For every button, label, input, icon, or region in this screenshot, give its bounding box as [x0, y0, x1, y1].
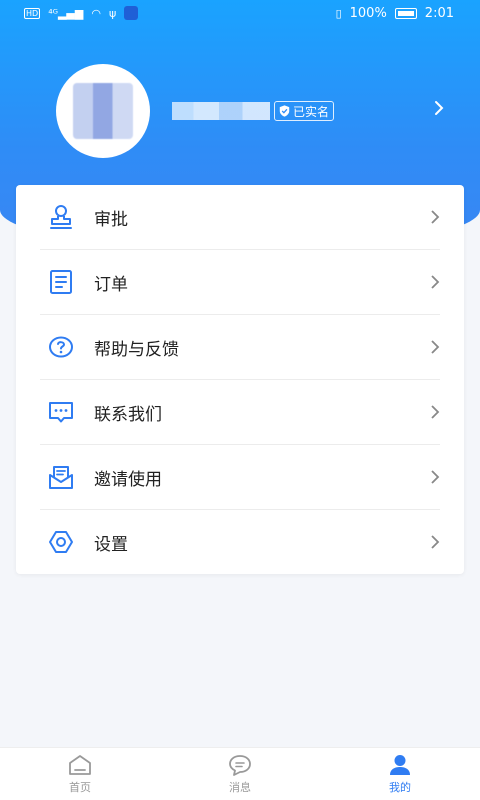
menu-label: 设置 — [94, 534, 128, 555]
vibrate-icon: ▯ — [335, 6, 342, 20]
hd-icon: HD — [24, 7, 41, 19]
tab-messages[interactable]: 消息 — [200, 753, 280, 795]
tab-label: 我的 — [389, 781, 411, 794]
usb-icon: ψ — [108, 6, 117, 20]
gear-icon — [49, 531, 73, 553]
menu-item-approval[interactable]: 审批 — [40, 185, 440, 249]
stamp-icon — [50, 205, 72, 229]
shield-check-icon — [279, 105, 290, 117]
menu-label: 审批 — [94, 209, 128, 230]
battery-icon — [394, 7, 417, 19]
invite-icon — [49, 466, 73, 489]
profile-summary[interactable]: 已实名 — [56, 64, 446, 158]
chevron-right-icon[interactable] — [432, 98, 446, 118]
menu-label: 帮助与反馈 — [94, 339, 179, 360]
status-right: ▯ 100% 2:01 — [336, 6, 454, 21]
menu-item-orders[interactable]: 订单 — [40, 249, 440, 314]
menu-label: 邀请使用 — [94, 469, 162, 490]
tab-mine[interactable]: 我的 — [360, 753, 440, 795]
order-list-icon — [50, 270, 72, 294]
clock: 2:01 — [424, 5, 454, 21]
chat-icon — [229, 755, 251, 776]
bottom-tab-bar: 首页 消息 我的 — [0, 747, 480, 800]
menu-item-invite[interactable]: 邀请使用 — [40, 444, 440, 509]
status-left: HD ⁴ᴳ▂▄▆ ◠ ψ — [24, 6, 139, 20]
chevron-right-icon — [431, 535, 440, 549]
verified-badge: 已实名 — [274, 101, 335, 121]
menu-item-help-feedback[interactable]: 帮助与反馈 — [40, 314, 440, 379]
status-bar: HD ⁴ᴳ▂▄▆ ◠ ψ ▯ 100% 2:01 — [0, 0, 480, 26]
chevron-right-icon — [431, 210, 440, 224]
menu-label: 联系我们 — [94, 404, 162, 425]
tab-label: 消息 — [229, 781, 251, 794]
wifi-icon: ◠ — [91, 6, 101, 20]
message-icon — [49, 402, 73, 423]
app-notification-icon — [124, 6, 139, 20]
chevron-right-icon — [431, 405, 440, 419]
signal-icon: ⁴ᴳ▂▄▆ — [48, 6, 84, 20]
chevron-right-icon — [431, 340, 440, 354]
menu-label: 订单 — [94, 274, 128, 295]
menu-card: 审批 订单 帮助与反馈 联系我们 邀请使用 设置 — [16, 185, 464, 574]
home-icon — [69, 755, 91, 775]
chevron-right-icon — [431, 275, 440, 289]
menu-item-contact-us[interactable]: 联系我们 — [40, 379, 440, 444]
tab-home[interactable]: 首页 — [40, 753, 120, 795]
avatar[interactable] — [56, 64, 150, 158]
battery-percent: 100% — [349, 5, 387, 21]
verified-label: 已实名 — [293, 104, 330, 119]
menu-item-settings[interactable]: 设置 — [40, 509, 440, 574]
tab-label: 首页 — [69, 781, 91, 794]
user-name-redacted — [172, 102, 270, 120]
chevron-right-icon — [431, 470, 440, 484]
person-icon — [390, 755, 410, 775]
avatar-image — [73, 83, 133, 139]
help-icon — [49, 336, 73, 358]
